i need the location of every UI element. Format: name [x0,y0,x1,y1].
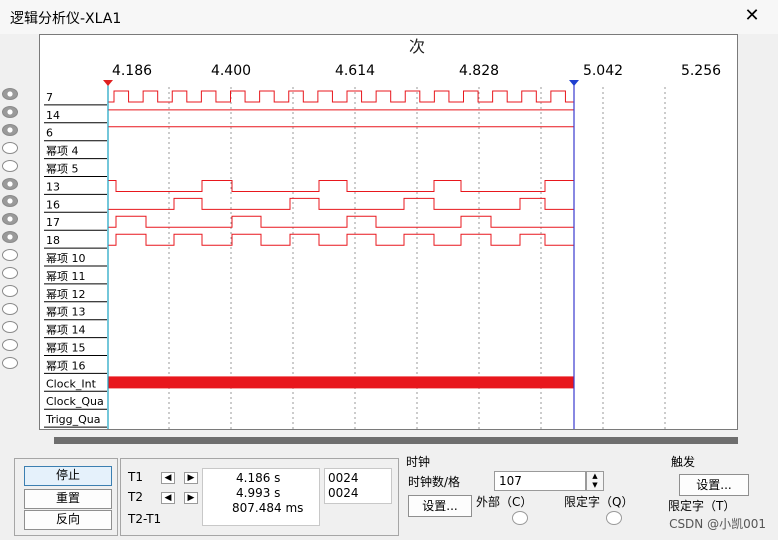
spin-up-icon[interactable]: ▲ [587,472,603,481]
t2-code: 0024 [328,486,359,500]
t1-code: 0024 [328,471,359,485]
watermark: CSDN @小凯001 [669,517,766,531]
channel-terminal-icon [2,159,18,172]
t2-cursor-marker-icon [569,80,579,86]
channel-terminal-icon [2,338,18,351]
channel-label: 幂项 16 [46,359,86,372]
channel-label: Clock_Int [46,377,97,390]
channel-label: 幂项 5 [46,163,79,176]
external-clock-label: 外部（C） [476,495,533,509]
t2-left-arrow-icon[interactable]: ◀ [161,492,175,504]
external-clock-radio[interactable] [512,511,528,525]
time-tick-label: 5.256 [681,63,721,79]
channel-label: Clock_Qua [46,395,104,408]
clock-per-div-spinner[interactable]: ▲ ▼ [586,471,604,491]
channel-label: Trigg_Qua [45,413,101,426]
channel-label: 18 [46,234,60,247]
reset-button[interactable]: 重置 [24,489,112,509]
channel-label: 7 [46,91,53,104]
t1-value: 4.186 s [236,471,281,485]
spin-down-icon[interactable]: ▼ [587,481,603,490]
clock-per-div-label: 时钟数/格 [408,475,461,489]
t2-t1-label: T2-T1 [128,512,162,526]
t1-cursor-marker-icon [103,80,113,86]
time-tick-label: 4.828 [459,63,499,79]
channel-terminal-icon [2,141,18,154]
channel-terminal-icon [2,320,18,333]
channel-label: 6 [46,127,53,140]
clock-qualifier-radio[interactable] [606,511,622,525]
clock-title: 时钟 [406,455,431,469]
time-tick-label: 4.186 [112,63,152,79]
channel-label: 幂项 14 [46,324,86,337]
t1-left-arrow-icon[interactable]: ◀ [161,472,175,484]
channel-label: 14 [46,109,60,122]
trigger-setup-button[interactable]: 设置... [679,474,749,496]
channel-label: 幂项 4 [46,145,79,158]
channel-label: 幂项 10 [46,252,86,265]
channel-terminal-icon [2,302,18,315]
trigger-title: 触发 [671,455,696,469]
t1-right-arrow-icon[interactable]: ▶ [184,472,198,484]
waveform-ch7 [108,90,574,103]
waveform-ch13 [108,180,574,192]
t1-label: T1 [128,470,143,484]
waveform-canvas[interactable]: 次 4.186 4.400 4.614 4.828 5.042 5.256 7 14 6 幂项 4 幂… [40,35,737,429]
channel-label: 13 [46,180,60,193]
channel-terminal-icon [2,177,18,190]
channel-terminal-icon [2,195,18,208]
channel-terminal-icon [2,88,18,100]
channel-label: 幂项 12 [46,288,86,301]
clock-int-bar [108,376,574,389]
waveform-ch16 [108,197,574,210]
waveform-ch17 [108,215,574,228]
time-tick-label: 5.042 [583,63,623,79]
channel-terminal-icon [2,123,18,136]
stop-button[interactable]: 停止 [24,466,112,486]
channel-terminal-icon [2,284,18,297]
clock-per-div-input[interactable]: 107 [494,471,586,491]
t2-value: 4.993 s [236,486,281,500]
waveform-ch18 [108,233,574,246]
t2-t1-value: 807.484 ms [232,501,304,515]
channel-terminal-icon [2,267,18,279]
channel-label: 幂项 13 [46,306,86,319]
channel-terminal-icon [2,213,18,226]
title-bar: 逻辑分析仪-XLA1 ✕ [0,0,778,34]
t2-right-arrow-icon[interactable]: ▶ [184,492,198,504]
channel-terminal-icon [2,356,18,369]
window-title: 逻辑分析仪-XLA1 [10,11,122,27]
channel-label: 幂项 11 [46,270,86,283]
channel-terminal-icon [2,249,18,262]
horizontal-scrollbar[interactable] [54,437,738,444]
channel-terminal-icon [2,231,18,244]
channel-label: 16 [46,198,60,211]
close-icon[interactable]: ✕ [742,6,762,26]
time-unit-label: 次 [409,37,425,56]
channel-terminal-icon [2,105,18,118]
clock-setup-button[interactable]: 设置... [408,495,472,517]
time-tick-label: 4.614 [335,63,375,79]
channel-label: 幂项 15 [46,342,86,355]
t2-label: T2 [128,490,143,504]
trigger-qualifier-label: 限定字（T） [668,499,736,513]
reverse-button[interactable]: 反向 [24,510,112,530]
channel-label: 17 [46,216,60,229]
clock-qualifier-label: 限定字（Q） [564,495,634,509]
time-tick-label: 4.400 [211,63,251,79]
